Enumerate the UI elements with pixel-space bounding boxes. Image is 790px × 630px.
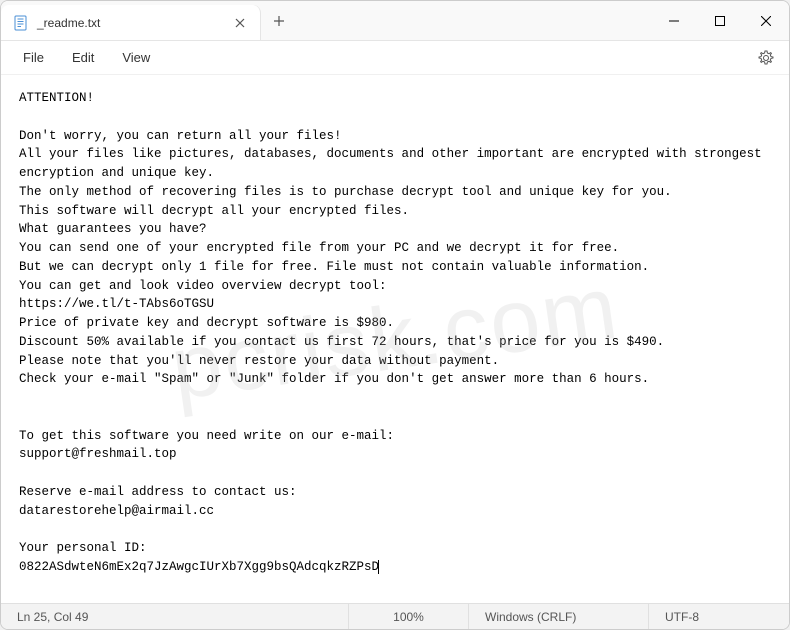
settings-button[interactable] (751, 43, 781, 73)
menu-file[interactable]: File (9, 46, 58, 69)
status-zoom[interactable]: 100% (349, 604, 469, 629)
minimize-button[interactable] (651, 1, 697, 40)
active-tab[interactable]: _readme.txt (1, 5, 261, 40)
status-eol[interactable]: Windows (CRLF) (469, 604, 649, 629)
new-tab-button[interactable] (261, 1, 297, 40)
editor-content: ATTENTION! Don't worry, you can return a… (19, 91, 769, 574)
menubar: File Edit View (1, 41, 789, 75)
notepad-icon (13, 15, 29, 31)
window-controls (651, 1, 789, 40)
gear-icon (758, 50, 774, 66)
titlebar: _readme.txt (1, 1, 789, 41)
text-caret (378, 560, 379, 574)
notepad-window: _readme.txt File Edit View (0, 0, 790, 630)
tab-title: _readme.txt (37, 16, 224, 30)
menu-edit[interactable]: Edit (58, 46, 108, 69)
close-tab-button[interactable] (232, 15, 248, 31)
status-encoding[interactable]: UTF-8 (649, 604, 789, 629)
text-editor[interactable]: ATTENTION! Don't worry, you can return a… (1, 75, 789, 603)
close-window-button[interactable] (743, 1, 789, 40)
status-position[interactable]: Ln 25, Col 49 (1, 604, 349, 629)
menu-view[interactable]: View (108, 46, 164, 69)
statusbar: Ln 25, Col 49 100% Windows (CRLF) UTF-8 (1, 603, 789, 629)
maximize-button[interactable] (697, 1, 743, 40)
